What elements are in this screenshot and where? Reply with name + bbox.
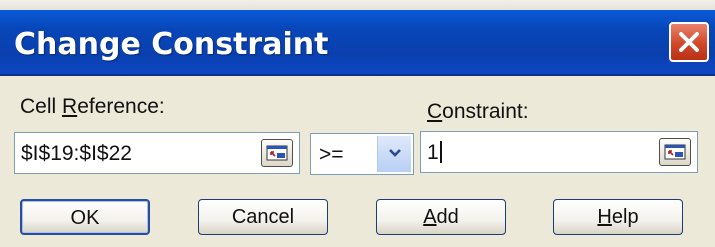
cell-reference-label-mnemonic: R	[62, 95, 78, 118]
constraint-label: Constraint:	[427, 100, 529, 124]
close-button[interactable]	[669, 22, 709, 62]
cell-reference-label-pre: Cell	[20, 95, 63, 118]
collapse-dialog-icon	[664, 144, 686, 160]
add-button[interactable]: Add	[376, 199, 506, 235]
dialog-title: Change Constraint	[14, 27, 329, 62]
operator-select[interactable]: >=	[310, 133, 414, 175]
close-icon	[679, 32, 699, 52]
title-bar[interactable]: Change Constraint	[0, 10, 715, 76]
constraint-field[interactable]: 1	[420, 131, 698, 173]
cell-reference-field[interactable]: $I$19:$I$22	[14, 132, 300, 174]
help-button[interactable]: Help	[553, 199, 683, 235]
cell-reference-collapse-button[interactable]	[261, 139, 293, 167]
cancel-button[interactable]: Cancel	[198, 199, 328, 235]
chevron-down-icon	[389, 149, 401, 157]
add-button-label-post: dd	[436, 206, 459, 228]
constraint-collapse-button[interactable]	[659, 138, 691, 166]
cell-reference-label: Cell Reference:	[20, 95, 165, 119]
operator-value: >=	[319, 143, 344, 166]
operator-dropdown-button[interactable]	[377, 136, 411, 172]
constraint-label-post: onstraint:	[442, 100, 529, 123]
constraint-value-wrap: 1	[427, 141, 442, 165]
cell-reference-label-post: eference:	[77, 95, 165, 118]
constraint-value: 1	[427, 141, 439, 164]
ok-button[interactable]: OK	[20, 199, 150, 235]
constraint-label-mnemonic: C	[427, 100, 443, 123]
add-button-mnemonic: A	[423, 206, 437, 228]
help-button-label-post: elp	[611, 206, 639, 228]
help-button-mnemonic: H	[597, 206, 612, 228]
cell-reference-value: $I$19:$I$22	[21, 142, 132, 165]
collapse-dialog-icon	[266, 145, 288, 161]
change-constraint-dialog: Change Constraint Cell Reference: $I$19:…	[0, 0, 715, 247]
text-caret	[439, 141, 442, 163]
